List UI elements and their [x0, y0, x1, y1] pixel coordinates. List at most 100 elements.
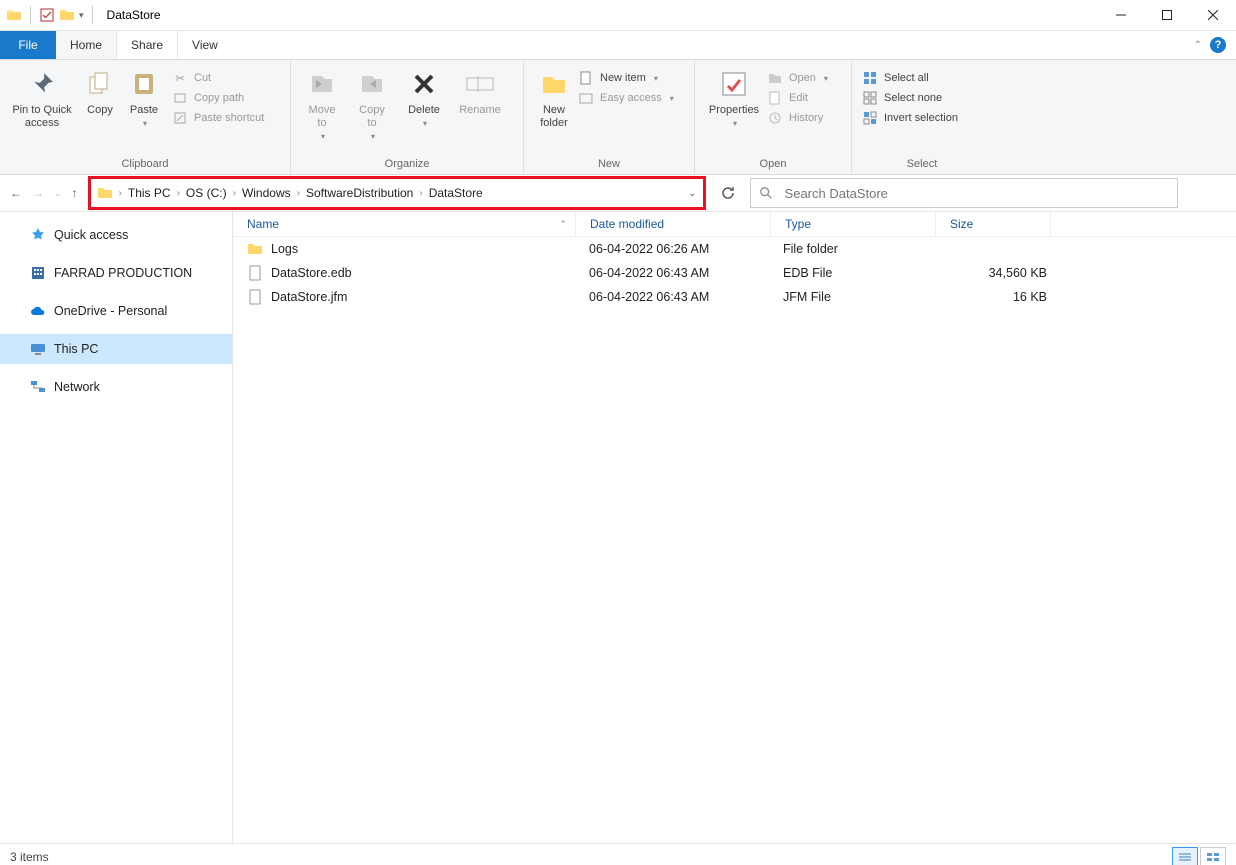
search-box[interactable] [750, 178, 1178, 208]
properties-button[interactable]: Properties▾ [701, 64, 767, 130]
history-icon [767, 110, 783, 126]
breadcrumb-item[interactable]: This PC [128, 186, 171, 200]
select-none-label: Select none [884, 92, 942, 104]
invert-selection-button[interactable]: Invert selection [862, 110, 972, 126]
nav-arrows: ← → ⌄ ↑ [10, 186, 78, 200]
select-all-button[interactable]: Select all [862, 70, 972, 86]
chevron-down-icon: ▾ [824, 74, 828, 83]
group-new-label: New [524, 158, 694, 174]
file-size: 34,560 KB [933, 266, 1057, 280]
chevron-down-icon: ▾ [423, 117, 427, 130]
move-icon [306, 68, 338, 100]
sidebar-item-network[interactable]: Network [0, 372, 232, 402]
delete-label: Delete [408, 104, 440, 117]
help-icon[interactable]: ? [1210, 37, 1226, 53]
close-button[interactable] [1190, 0, 1236, 30]
sidebar-item-this-pc[interactable]: This PC [0, 334, 232, 364]
copy-path-button[interactable]: Copy path [172, 90, 282, 106]
column-type[interactable]: Type [771, 212, 936, 236]
table-row[interactable]: DataStore.edb06-04-2022 06:43 AMEDB File… [233, 261, 1236, 285]
column-size[interactable]: Size [936, 212, 1051, 236]
cut-button[interactable]: ✂Cut [172, 70, 282, 86]
copy-button[interactable]: Copy [78, 64, 122, 117]
copy-to-icon [356, 68, 388, 100]
edit-button[interactable]: Edit [767, 90, 837, 106]
delete-button[interactable]: Delete▾ [397, 64, 451, 130]
column-headers: Name Date modified Type Size [233, 212, 1236, 237]
edit-icon [767, 90, 783, 106]
new-folder-button[interactable]: New folder [530, 64, 578, 130]
breadcrumb[interactable]: › This PC › OS (C:) › Windows › Software… [119, 186, 483, 200]
up-button[interactable]: ↑ [72, 186, 78, 200]
address-dropdown-icon[interactable]: ⌄ [688, 188, 696, 199]
breadcrumb-item[interactable]: Windows [242, 186, 291, 200]
paste-shortcut-button[interactable]: Paste shortcut [172, 110, 282, 126]
forward-button[interactable]: → [32, 186, 44, 200]
group-organize: Move to▾ Copy to▾ Delete▾ Rename Organiz… [291, 60, 524, 174]
table-row[interactable]: Logs06-04-2022 06:26 AMFile folder [233, 237, 1236, 261]
new-item-button[interactable]: New item▾ [578, 70, 688, 86]
scissors-icon: ✂ [172, 70, 188, 86]
breadcrumb-item[interactable]: SoftwareDistribution [306, 186, 413, 200]
file-date: 06-04-2022 06:43 AM [575, 266, 769, 280]
easy-access-icon [578, 90, 594, 106]
file-name: Logs [271, 242, 298, 256]
sidebar-label: FARRAD PRODUCTION [54, 266, 192, 280]
file-name: DataStore.jfm [271, 290, 347, 304]
file-type: File folder [769, 242, 933, 256]
rename-button[interactable]: Rename [451, 64, 509, 117]
column-date[interactable]: Date modified [576, 212, 771, 236]
breadcrumb-item[interactable]: DataStore [429, 186, 483, 200]
separator [92, 6, 93, 24]
easy-access-button[interactable]: Easy access▾ [578, 90, 688, 106]
tab-home[interactable]: Home [56, 31, 117, 59]
new-item-label: New item [600, 72, 646, 84]
open-label: Open [789, 72, 816, 84]
sidebar-item-onedrive[interactable]: OneDrive - Personal [0, 296, 232, 326]
recent-dropdown-icon[interactable]: ⌄ [54, 188, 62, 199]
qat-properties-icon[interactable] [39, 7, 55, 23]
quick-access-toolbar: ▾ DataStore [0, 6, 161, 24]
column-name[interactable]: Name [233, 212, 576, 236]
minimize-button[interactable] [1098, 0, 1144, 30]
maximize-button[interactable] [1144, 0, 1190, 30]
qat-dropdown-icon[interactable]: ▾ [79, 10, 84, 21]
copy-to-button[interactable]: Copy to▾ [347, 64, 397, 143]
table-row[interactable]: DataStore.jfm06-04-2022 06:43 AMJFM File… [233, 285, 1236, 309]
shortcut-icon [172, 110, 188, 126]
minimize-ribbon-icon[interactable]: ⌃ [1194, 40, 1202, 51]
select-none-icon [862, 90, 878, 106]
refresh-button[interactable] [716, 181, 740, 205]
search-input[interactable] [783, 185, 1169, 202]
paste-icon [128, 68, 160, 100]
breadcrumb-item[interactable]: OS (C:) [186, 186, 227, 200]
back-button[interactable]: ← [10, 186, 22, 200]
sidebar-item-farrad[interactable]: FARRAD PRODUCTION [0, 258, 232, 288]
view-switcher [1172, 847, 1226, 865]
file-icon [247, 289, 263, 305]
thumbnails-view-button[interactable] [1200, 847, 1226, 865]
paste-button[interactable]: Paste ▾ [122, 64, 166, 130]
tab-share[interactable]: Share [117, 31, 178, 59]
chevron-down-icon: ▾ [371, 130, 375, 143]
open-button[interactable]: Open ▾ [767, 70, 837, 86]
sidebar-label: OneDrive - Personal [54, 304, 167, 318]
group-new: New folder New item▾ Easy access▾ New [524, 60, 695, 174]
cloud-icon [30, 303, 46, 319]
tab-file[interactable]: File [0, 31, 56, 59]
edit-label: Edit [789, 92, 808, 104]
select-none-button[interactable]: Select none [862, 90, 972, 106]
window-controls [1098, 0, 1236, 30]
select-all-icon [862, 70, 878, 86]
address-bar[interactable]: › This PC › OS (C:) › Windows › Software… [88, 176, 706, 210]
pin-quick-access-button[interactable]: Pin to Quick access [6, 64, 78, 130]
history-button[interactable]: History [767, 110, 837, 126]
window-title: DataStore [107, 8, 161, 22]
qat-folder-icon[interactable] [59, 7, 75, 23]
path-icon [172, 90, 188, 106]
tab-view[interactable]: View [178, 31, 232, 59]
chevron-right-icon: › [297, 188, 300, 199]
details-view-button[interactable] [1172, 847, 1198, 865]
move-to-button[interactable]: Move to▾ [297, 64, 347, 143]
sidebar-item-quick-access[interactable]: Quick access [0, 220, 232, 250]
